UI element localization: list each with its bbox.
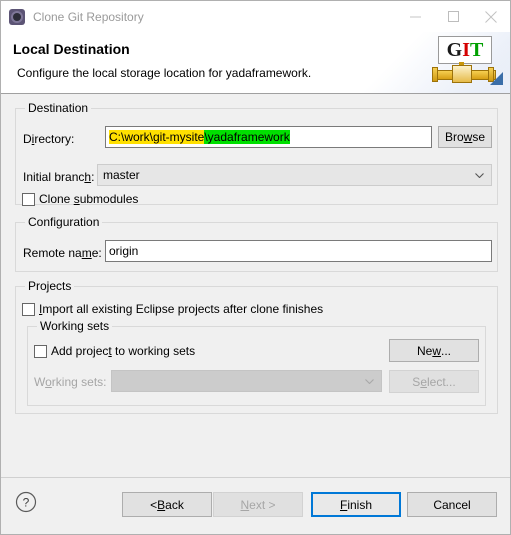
next-button-mnemonic: N: [240, 497, 250, 512]
chevron-down-icon: [475, 173, 484, 178]
back-button-post: ack: [165, 497, 184, 512]
finish-button-mnemonic: F: [339, 497, 348, 512]
back-button[interactable]: < Back: [122, 492, 212, 517]
working-sets-label: Working sets:: [34, 375, 106, 389]
new-button-pre: Ne: [416, 343, 433, 358]
initial-branch-label-pre: Initial branc: [23, 170, 85, 184]
finish-button[interactable]: Finish: [311, 492, 401, 517]
maximize-button[interactable]: [434, 1, 472, 32]
help-question-icon[interactable]: ?: [15, 491, 37, 513]
close-button[interactable]: [472, 1, 510, 32]
select-button-pre: S: [412, 374, 421, 389]
remote-name-label-pre: Remote na: [23, 246, 82, 260]
cancel-button-label: Cancel: [433, 497, 471, 512]
clone-submodules-checkbox[interactable]: Clone submodules: [22, 192, 138, 206]
git-logo-t: T: [470, 39, 484, 61]
configuration-group-label: Configuration: [25, 215, 103, 229]
git-logo-icon: GIT: [432, 36, 503, 90]
initial-branch-combo[interactable]: master: [97, 164, 492, 186]
maximize-icon: [447, 11, 459, 22]
initial-branch-label-post: :: [91, 170, 95, 184]
remote-name-value: origin: [109, 244, 139, 258]
clone-submodules-label-pre: Clone: [39, 192, 74, 206]
select-button-mnemonic: e: [420, 374, 427, 389]
working-sets-group-label: Working sets: [37, 319, 113, 333]
working-sets-label-post: rking sets:: [51, 375, 107, 389]
new-button-mnemonic: w: [432, 343, 441, 358]
git-logo-triangle: [490, 72, 503, 85]
directory-label-pre: D: [23, 132, 32, 146]
import-projects-checkbox[interactable]: Import all existing Eclipse projects aft…: [22, 302, 323, 316]
window-controls: [396, 1, 510, 32]
directory-label: Directory:: [23, 132, 74, 146]
directory-value-green: \yadaframework: [204, 130, 290, 144]
browse-button-pre: Bro: [444, 130, 464, 144]
directory-input[interactable]: C:\work\git-mysite \yadaframework: [105, 126, 432, 148]
destination-group-label: Destination: [25, 101, 92, 115]
directory-value-yellow: C:\work\git-mysite: [109, 130, 205, 144]
select-button-post: lect...: [427, 374, 456, 389]
working-sets-combo: [111, 370, 382, 392]
browse-button-mnemonic: w: [463, 130, 473, 144]
finish-button-post: inish: [347, 497, 373, 512]
import-projects-label-post: mport all existing Eclipse projects afte…: [42, 302, 324, 316]
git-repo-icon: [9, 8, 25, 25]
directory-label-post: rectory:: [34, 132, 75, 146]
remote-name-label-post: e:: [91, 246, 102, 260]
add-project-label: Add project to working sets: [51, 344, 195, 358]
clone-submodules-label: Clone submodules: [39, 192, 138, 206]
clone-git-repository-dialog: Clone Git Repository Local Destination C…: [0, 0, 511, 535]
new-working-set-button[interactable]: Ne w...: [389, 339, 479, 362]
git-logo-i: I: [462, 39, 470, 61]
wizard-header: Local Destination Configure the local st…: [1, 32, 510, 94]
remote-name-label: Remote name:: [23, 246, 102, 260]
destination-group: Destination: [15, 101, 498, 205]
add-project-label-post: to working sets: [111, 344, 196, 358]
import-projects-label: Import all existing Eclipse projects aft…: [39, 302, 323, 316]
initial-branch-label: Initial branch:: [23, 170, 94, 184]
select-working-set-button: Se lect...: [389, 370, 479, 393]
dialog-body: Destination Directory: C:\work\git-mysit…: [1, 94, 510, 477]
working-sets-label-pre: W: [34, 375, 46, 389]
page-subtitle: Configure the local storage location for…: [17, 66, 312, 80]
remote-name-input[interactable]: origin: [105, 240, 492, 262]
clone-submodules-checkbox-box: [22, 192, 35, 206]
git-logo-g: G: [446, 39, 463, 61]
next-button: Next >: [213, 492, 303, 517]
git-logo-sign: GIT: [438, 36, 492, 64]
chevron-down-icon: [365, 379, 374, 384]
minimize-icon: [409, 16, 421, 18]
git-logo-cap-left: [432, 67, 438, 82]
initial-branch-value: master: [103, 168, 140, 182]
window-title: Clone Git Repository: [33, 9, 144, 24]
minimize-button[interactable]: [396, 1, 434, 32]
working-sets-group: Working sets: [27, 319, 486, 406]
new-button-post: ...: [441, 343, 452, 358]
close-icon: [485, 10, 497, 23]
working-sets-label-mnemonic: o: [45, 375, 52, 389]
dialog-footer: ? < Back Next > Finish Cancel: [1, 477, 510, 534]
import-projects-checkbox-box: [22, 302, 35, 316]
add-project-label-pre: Add projec: [51, 344, 109, 358]
next-button-post: ext >: [249, 497, 276, 512]
clone-submodules-label-post: ubmodules: [79, 192, 139, 206]
back-button-mnemonic: B: [157, 497, 166, 512]
add-project-to-working-sets-checkbox[interactable]: Add project to working sets: [34, 344, 195, 358]
git-logo-valve: [452, 65, 472, 83]
title-bar: Clone Git Repository: [1, 1, 510, 32]
browse-button-post: se: [472, 130, 486, 144]
cancel-button[interactable]: Cancel: [407, 492, 497, 517]
page-title: Local Destination: [13, 41, 130, 57]
browse-button[interactable]: Bro w se: [438, 126, 492, 148]
projects-group-label: Projects: [25, 279, 75, 293]
svg-text:?: ?: [23, 496, 30, 510]
back-button-pre: <: [150, 497, 158, 512]
remote-name-label-mnemonic: m: [81, 246, 92, 260]
add-project-checkbox-box: [34, 344, 47, 358]
